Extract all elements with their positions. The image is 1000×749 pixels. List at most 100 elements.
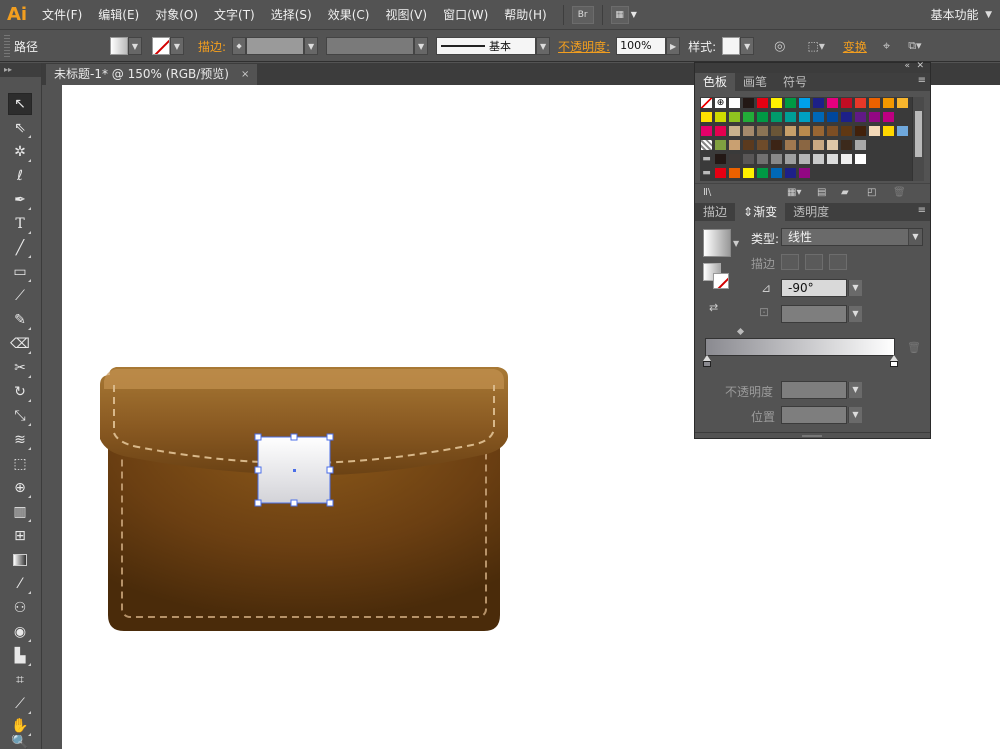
stroke-weight-dropdown-icon[interactable]: ▼ [304, 37, 319, 55]
tab-symbols[interactable]: 符号 [775, 73, 815, 91]
swatch-color[interactable] [714, 111, 727, 123]
style-dropdown-icon[interactable]: ▼ [740, 37, 755, 55]
swatch-color[interactable] [770, 125, 783, 137]
symbol-sprayer-icon[interactable]: ◉ [8, 621, 32, 643]
free-transform-icon[interactable]: ⬚ [8, 453, 32, 475]
brush-dropdown-icon[interactable]: ▼ [536, 37, 551, 55]
swatch-color[interactable] [770, 153, 783, 165]
artboard-icon[interactable]: ⌗ [8, 669, 32, 691]
swatch-color[interactable] [784, 167, 797, 179]
align-options-icon[interactable]: ⬚▾ [807, 39, 824, 53]
swatch-color[interactable] [840, 111, 853, 123]
delete-swatch-icon[interactable]: 🗑 [893, 187, 906, 198]
swatch-color[interactable] [742, 153, 755, 165]
swatch-color[interactable] [798, 153, 811, 165]
swatch-color[interactable] [826, 125, 839, 137]
swatch-color[interactable] [728, 111, 741, 123]
swatch-color[interactable] [826, 97, 839, 109]
tab-transparency[interactable]: 透明度 [785, 203, 837, 221]
swatch-color[interactable] [840, 139, 853, 151]
color-group-folder-icon[interactable]: ▬ [700, 153, 713, 165]
swatch-color[interactable] [882, 97, 895, 109]
panel-resize-handle[interactable] [695, 432, 930, 438]
shape-builder-icon[interactable]: ⊕ [8, 477, 32, 499]
bridge-button[interactable]: Br [571, 5, 594, 24]
menu-select[interactable]: 选择(S) [263, 0, 320, 30]
swatch-color[interactable] [868, 125, 881, 137]
swatch-color[interactable] [868, 111, 881, 123]
menu-help[interactable]: 帮助(H) [496, 0, 554, 30]
swatch-color[interactable] [812, 97, 825, 109]
menu-view[interactable]: 视图(V) [377, 0, 435, 30]
menu-object[interactable]: 对象(O) [147, 0, 206, 30]
new-swatch-icon[interactable]: ◰ [867, 187, 876, 198]
swatch-libraries-icon[interactable]: Ⅱ\ [703, 187, 711, 198]
opacity-label[interactable]: 不透明度: [558, 38, 610, 55]
swatch-color[interactable] [896, 97, 909, 109]
stroke-weight-stepper[interactable]: ◆ [232, 37, 247, 55]
gradient-slider[interactable] [705, 338, 895, 356]
swatch-color[interactable] [854, 111, 867, 123]
line-icon[interactable]: ╱ [8, 237, 32, 259]
tab-stroke[interactable]: 描边 [695, 203, 735, 221]
swatch-color[interactable] [742, 167, 755, 179]
lasso-icon[interactable]: ℓ [8, 165, 32, 187]
swatch-color[interactable] [770, 139, 783, 151]
fill-dropdown-icon[interactable]: ▼ [128, 37, 142, 55]
swatch-color[interactable] [854, 153, 867, 165]
swatch-color[interactable] [826, 153, 839, 165]
swatch-color[interactable] [742, 125, 755, 137]
swatch-color[interactable] [714, 167, 727, 179]
swatch-color[interactable] [742, 111, 755, 123]
selection-icon[interactable]: ↖ [8, 93, 32, 115]
swatch-color[interactable] [756, 97, 769, 109]
arrange-documents-icon[interactable]: ▦ [610, 5, 629, 24]
swatch-color[interactable] [854, 125, 867, 137]
swatch-pattern[interactable] [700, 139, 713, 151]
fill-swatch[interactable] [110, 37, 128, 55]
new-color-group-icon[interactable]: ▰ [841, 187, 849, 198]
stroke-label[interactable]: 描边: [198, 38, 226, 55]
swatch-color[interactable] [840, 97, 853, 109]
chevron-down-icon[interactable]: ▼ [985, 0, 992, 30]
tools-collapse-icon[interactable]: ▸▸ [0, 63, 41, 77]
width-icon[interactable]: ≋ [8, 429, 32, 451]
stroke-weight-field[interactable] [246, 37, 305, 55]
close-icon[interactable]: × [241, 64, 249, 85]
swatch-color[interactable] [826, 139, 839, 151]
variable-width-dropdown-icon[interactable]: ▼ [414, 37, 429, 55]
swatch-color[interactable] [784, 153, 797, 165]
swatch-color[interactable] [840, 153, 853, 165]
column-graph-icon[interactable]: ▙ [8, 645, 32, 667]
blob-brush-icon[interactable]: ⌫ [8, 333, 32, 355]
swatch-color[interactable] [742, 97, 755, 109]
pencil-icon[interactable]: ✎ [8, 309, 32, 331]
eyedropper-icon[interactable]: ⁄ [8, 573, 32, 595]
menu-effect[interactable]: 效果(C) [320, 0, 378, 30]
gradient-preview-swatch[interactable] [703, 229, 731, 257]
swatch-color[interactable] [756, 167, 769, 179]
gradient-stop-end-color[interactable] [890, 361, 898, 367]
swatch-options-icon[interactable]: ▤ [817, 187, 826, 198]
swatch-color[interactable] [826, 111, 839, 123]
blend-icon[interactable]: ⚇ [8, 597, 32, 619]
swatch-color[interactable] [868, 97, 881, 109]
tab-brushes[interactable]: 画笔 [735, 73, 775, 91]
swatch-color[interactable] [784, 97, 797, 109]
swatch-color[interactable] [700, 111, 713, 123]
gradient-preview-caret-icon[interactable]: ▼ [733, 239, 739, 248]
swatch-color[interactable] [728, 97, 741, 109]
scissors-icon[interactable]: ✂ [8, 357, 32, 379]
mesh-icon[interactable]: ⊞ [8, 525, 32, 547]
swatch-color[interactable] [770, 167, 783, 179]
menu-type[interactable]: 文字(T) [206, 0, 263, 30]
swatch-color[interactable] [742, 139, 755, 151]
swatch-color[interactable] [812, 125, 825, 137]
swatch-color[interactable] [756, 111, 769, 123]
direct-selection-icon[interactable]: ⇖ [8, 117, 32, 139]
scroll-thumb[interactable] [915, 111, 922, 157]
scale-icon[interactable]: ⤡ [8, 405, 32, 427]
transform-link[interactable]: 变换 [843, 38, 867, 55]
swatch-color[interactable] [854, 97, 867, 109]
swatch-color[interactable] [770, 111, 783, 123]
